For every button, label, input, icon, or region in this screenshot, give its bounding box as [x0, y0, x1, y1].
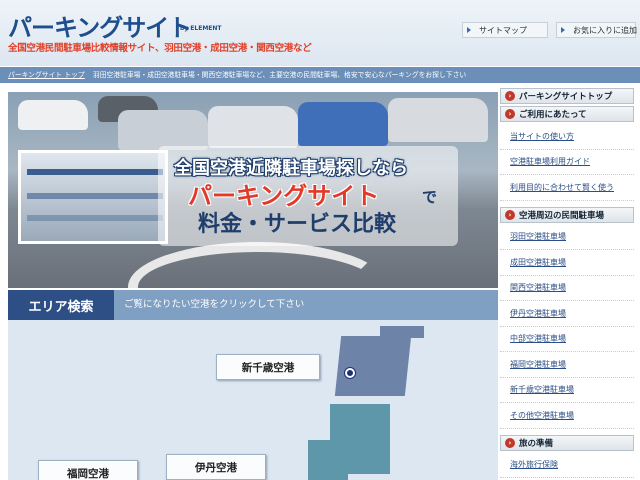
arrow-circle-icon: ›: [505, 109, 515, 119]
sidebar-link[interactable]: 伊丹空港駐車場: [500, 301, 634, 327]
sidebar-section-heading: › 空港周辺の民間駐車場: [500, 206, 634, 223]
airport-name: 新千歳空港: [241, 361, 295, 374]
airport-new-chitose[interactable]: 新千歳空港: [216, 354, 320, 380]
favorite-label: お気に入りに追加: [573, 25, 637, 35]
sidebar-link[interactable]: 関西空港駐車場: [500, 276, 634, 301]
parked-car-image: [118, 110, 208, 150]
sidebar-link[interactable]: 中部空港駐車場: [500, 327, 634, 352]
area-search-header: エリア検索 ご覧になりたい空港をクリックして下さい: [8, 290, 498, 320]
arrow-circle-icon: ›: [505, 209, 515, 220]
section-heading-label: 旅の準備: [519, 438, 554, 449]
sidebar-link[interactable]: 当サイトの使い方: [500, 124, 634, 150]
sidebar-link[interactable]: 成田空港駐車場: [500, 250, 634, 276]
area-search-title: エリア検索: [8, 290, 114, 320]
hero-heading-suffix: で: [422, 188, 438, 206]
arrow-right-icon: [561, 27, 565, 33]
airport-name: 伊丹空港: [195, 461, 237, 474]
area-search-instruction: ご覧になりたい空港をクリックして下さい: [124, 299, 305, 310]
sidebar-link[interactable]: その他空港駐車場: [500, 403, 634, 429]
parked-car-image: [298, 102, 388, 146]
airport-itami[interactable]: 伊丹空港: [166, 454, 266, 480]
sidebar-top-link[interactable]: › パーキングサイトトップ: [500, 88, 634, 104]
parked-car-image: [18, 100, 88, 130]
parked-car-image: [208, 106, 298, 148]
section-heading-label: 空港周辺の民間駐車場: [519, 210, 605, 221]
sidebar-link[interactable]: 福岡空港駐車場: [500, 352, 634, 378]
sidebar-link[interactable]: 海外旅行保険: [500, 453, 634, 478]
sitemap-label: サイトマップ: [479, 25, 527, 35]
terminal-counter: [27, 215, 163, 221]
japan-map: 新千歳空港 伊丹空港 福岡空港: [8, 320, 498, 480]
sidebar-link[interactable]: 羽田空港駐車場: [500, 225, 634, 250]
site-tagline: 全国空港民間駐車場比較情報サイト、羽田空港・成田空港・関西空港など: [8, 43, 312, 54]
arrow-right-icon: [467, 27, 471, 33]
arrow-circle-icon: ›: [505, 91, 515, 101]
breadcrumb-home-link[interactable]: パーキングサイト トップ: [8, 71, 85, 79]
sidebar-link[interactable]: 新千歳空港駐車場: [500, 378, 634, 403]
kanto-region[interactable]: [308, 440, 348, 480]
terminal-sign: [27, 169, 163, 175]
arrow-circle-icon: ›: [505, 437, 515, 448]
airport-fukuoka[interactable]: 福岡空港: [38, 460, 138, 480]
road-marking: [128, 242, 388, 288]
airport-terminal-photo: [18, 150, 168, 244]
sidebar: › パーキングサイトトップ › ご利用にあたって 当サイトの使い方 空港駐車場利…: [500, 88, 634, 480]
logo-byline: by ELEMENT: [180, 25, 222, 32]
sidebar-section-heading: › 旅の準備: [500, 434, 634, 451]
new-chitose-pin[interactable]: [345, 368, 355, 378]
sitemap-button[interactable]: サイトマップ: [462, 22, 548, 38]
terminal-counter: [27, 193, 163, 199]
sidebar-link[interactable]: 利用目的に合わせて賢く使う: [500, 175, 634, 201]
hero-banner: 全国空港近隣駐車場探しなら パーキングサイト で 料金・サービス比較: [8, 92, 498, 288]
hokkaido-region[interactable]: [334, 336, 412, 396]
parked-car-image: [388, 98, 488, 142]
hero-heading-line3: 料金・サービス比較: [198, 212, 397, 237]
sidebar-top-label: パーキングサイトトップ: [519, 92, 613, 102]
site-header: パーキングサイト by ELEMENT 全国空港民間駐車場比較情報サイト、羽田空…: [0, 0, 640, 66]
site-logo[interactable]: パーキングサイト: [8, 8, 192, 43]
add-favorite-button[interactable]: お気に入りに追加: [556, 22, 637, 38]
sidebar-section-heading: › ご利用にあたって: [500, 106, 634, 122]
sidebar-link[interactable]: 空港駐車場利用ガイド: [500, 150, 634, 175]
airport-name: 福岡空港: [67, 467, 109, 480]
section-heading-label: ご利用にあたって: [519, 110, 587, 120]
hokkaido-region[interactable]: [380, 326, 424, 338]
breadcrumb: パーキングサイト トップ 羽田空港駐車場・成田空港駐車場・関西空港駐車場など、主…: [0, 67, 640, 83]
breadcrumb-text: 羽田空港駐車場・成田空港駐車場・関西空港駐車場など、主要空港の民間駐車場、格安で…: [92, 71, 467, 79]
